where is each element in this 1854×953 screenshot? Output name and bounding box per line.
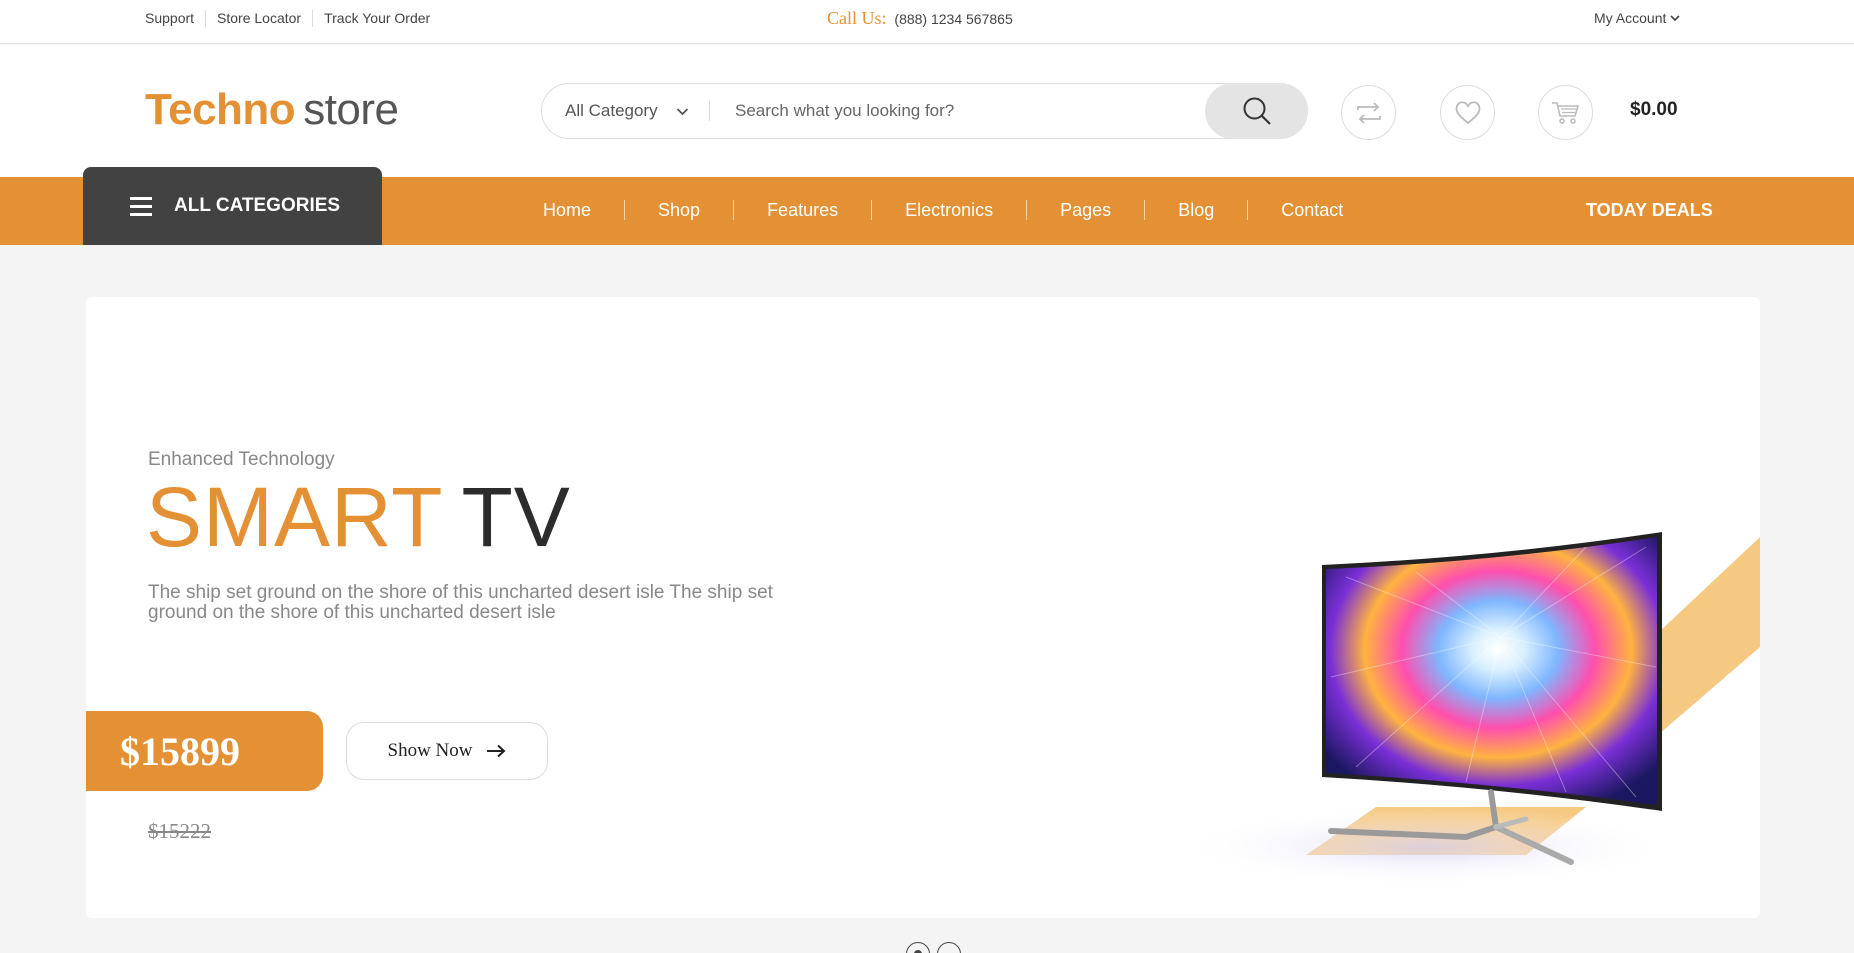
site-header: Technostore All Category $0.00 (0, 45, 1854, 177)
support-link[interactable]: Support (145, 10, 205, 27)
hero-slide: Enhanced Technology SMART TV The ship set… (86, 297, 1760, 918)
nav-item-contact[interactable]: Contact (1247, 200, 1376, 220)
all-categories-label: ALL CATEGORIES (174, 195, 341, 216)
chevron-down-icon (1670, 15, 1680, 22)
hero-eyebrow: Enhanced Technology (148, 449, 335, 470)
nav-item-pages[interactable]: Pages (1026, 200, 1144, 220)
search-bar: All Category (541, 83, 1308, 139)
cart-icon (1551, 101, 1579, 124)
smart-tv-image (1176, 532, 1760, 887)
phone-number: (888) 1234 567865 (894, 11, 1013, 27)
top-bar: Support Store Locator Track Your Order C… (0, 0, 1854, 44)
wishlist-button[interactable] (1440, 85, 1495, 140)
my-account-label: My Account (1594, 10, 1667, 26)
track-order-link[interactable]: Track Your Order (312, 10, 441, 27)
hero-title-rest: TV (461, 470, 571, 564)
hero-title: SMART TV (146, 475, 571, 559)
search-button[interactable] (1205, 83, 1308, 139)
heart-icon (1455, 100, 1480, 124)
category-select[interactable]: All Category (565, 101, 689, 121)
search-input[interactable] (735, 92, 1205, 130)
search-icon (1243, 97, 1271, 125)
slider-dot-1[interactable] (906, 942, 930, 953)
nav-item-electronics[interactable]: Electronics (871, 200, 1026, 220)
nav-item-home[interactable]: Home (510, 200, 624, 220)
compare-icon (1356, 101, 1381, 124)
hero-price: $15899 (86, 711, 323, 791)
compare-button[interactable] (1341, 85, 1396, 140)
hero-price-value: $15899 (120, 728, 240, 774)
search-divider (709, 101, 710, 121)
category-select-value: All Category (565, 101, 658, 120)
nav-item-blog[interactable]: Blog (1144, 200, 1247, 220)
nav-item-shop[interactable]: Shop (624, 200, 733, 220)
store-locator-link[interactable]: Store Locator (205, 10, 312, 27)
slider-pagination (906, 942, 961, 953)
cart-total[interactable]: $0.00 (1630, 99, 1678, 121)
my-account-menu[interactable]: My Account (1594, 10, 1680, 26)
logo-primary: Techno (145, 85, 296, 134)
hero-description: The ship set ground on the shore of this… (148, 582, 773, 623)
show-now-button[interactable]: Show Now (346, 722, 548, 780)
chevron-down-icon (676, 107, 688, 115)
hero-title-accent: SMART (146, 470, 444, 564)
call-us: Call Us: (888) 1234 567865 (827, 8, 1013, 29)
today-deals-link[interactable]: TODAY DEALS (1586, 200, 1713, 221)
slider-dot-2[interactable] (937, 942, 961, 953)
hero-old-price: $15222 (148, 819, 211, 843)
all-categories-button[interactable]: ALL CATEGORIES (83, 167, 382, 245)
cart-button[interactable] (1538, 85, 1593, 140)
hamburger-icon (130, 196, 152, 216)
logo[interactable]: Techno store (145, 85, 399, 135)
nav-item-features[interactable]: Features (733, 200, 871, 220)
call-us-label: Call Us: (827, 8, 887, 28)
show-now-label: Show Now (387, 740, 473, 761)
logo-secondary: store (303, 85, 399, 134)
arrow-right-icon (487, 744, 506, 758)
top-links: Support Store Locator Track Your Order (145, 10, 441, 27)
nav-links: Home Shop Features Electronics Pages Blo… (510, 200, 1376, 220)
